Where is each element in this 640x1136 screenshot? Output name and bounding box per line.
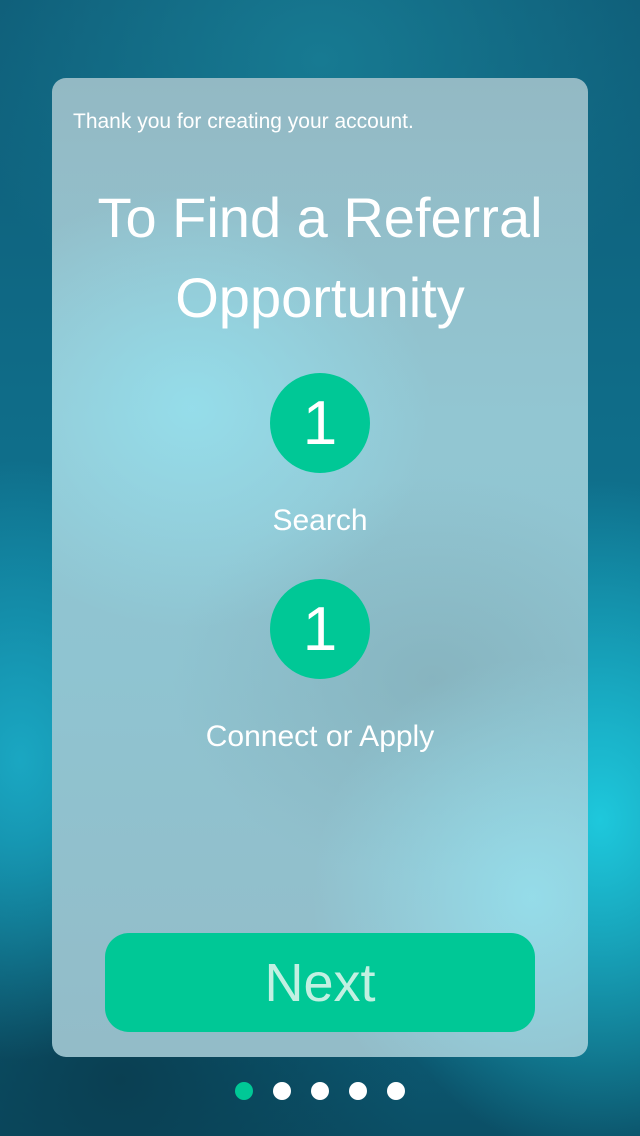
- page-title: To Find a Referral Opportunity: [52, 178, 588, 338]
- step-search-label: Search: [272, 504, 368, 537]
- page-dot-4[interactable]: [349, 1082, 367, 1100]
- page-indicator: [0, 1082, 640, 1100]
- onboarding-card: Thank you for creating your account. To …: [52, 78, 588, 1057]
- next-button[interactable]: Next: [105, 933, 535, 1032]
- page-title-line-1: To Find a Referral: [97, 186, 543, 249]
- step-connect-number-badge: 1: [270, 579, 370, 679]
- step-search-number-badge: 1: [270, 373, 370, 473]
- page-dot-1[interactable]: [235, 1082, 253, 1100]
- page-dot-3[interactable]: [311, 1082, 329, 1100]
- account-created-message: Thank you for creating your account.: [73, 110, 414, 133]
- step-connect-label: Connect or Apply: [205, 720, 435, 753]
- page-dot-2[interactable]: [273, 1082, 291, 1100]
- page-title-line-2: Opportunity: [175, 266, 465, 329]
- page-dot-5[interactable]: [387, 1082, 405, 1100]
